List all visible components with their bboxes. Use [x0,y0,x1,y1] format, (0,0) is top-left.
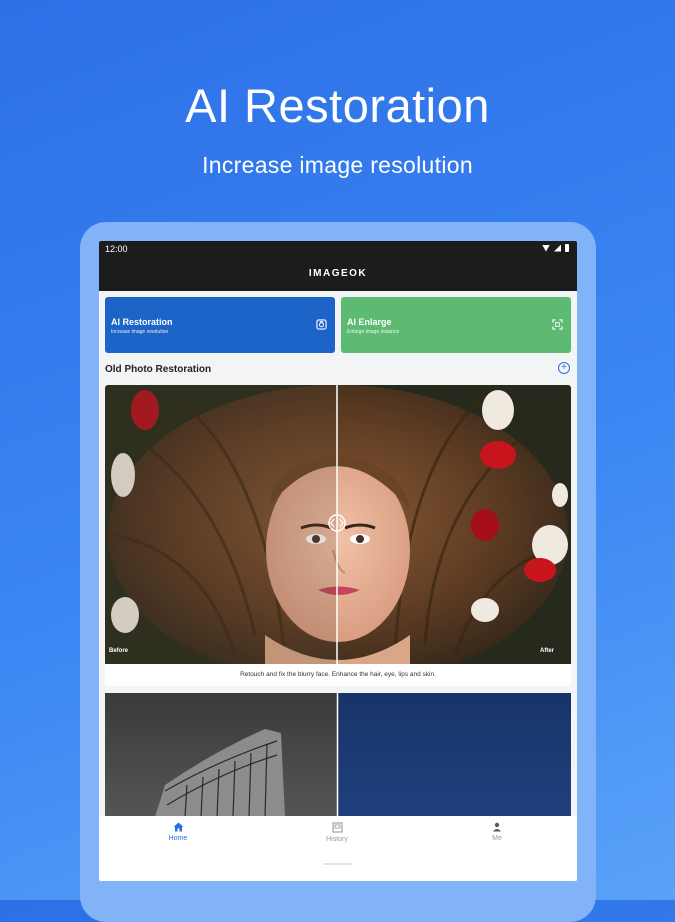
tab-label: Home [168,835,188,842]
card-subtitle: Increase image resolution [111,329,169,335]
tab-label: History [326,836,348,843]
before-label: Before [109,648,129,654]
hero-subtitle: Increase image resolution [202,152,473,178]
add-circle-icon[interactable]: + [558,362,570,374]
hero-title: AI Restoration [185,79,490,132]
tab-me[interactable]: Me [467,822,527,842]
app-screen: 12:00 IMAGEOK AI Restoration Increase im… [99,241,577,881]
battery-icon [565,244,569,252]
tab-label: Me [492,835,502,842]
app-bar: IMAGEOK [99,257,577,291]
home-icon [173,822,183,832]
status-bar: 12:00 [99,241,577,257]
signal-icon [554,244,561,252]
card-subtitle: Enlarge image instance [347,329,400,335]
before-after-image[interactable] [105,385,571,664]
card-title: AI Enlarge [347,317,392,327]
bottom-tab-bar: Home History Me [99,816,577,881]
wifi-icon [542,244,550,252]
navigation-handle [323,863,353,865]
history-icon [331,822,343,833]
colosseum-photo [105,693,571,817]
comparison-caption: Retouch and fix the blurry face. Enhance… [105,664,571,686]
section-title: Old Photo Restoration [105,364,212,375]
portrait-photo [105,385,571,664]
card-title: AI Restoration [111,317,173,327]
status-icons [542,244,569,252]
second-comparison-image[interactable] [105,693,571,817]
tab-history[interactable]: History [307,822,367,843]
tab-home[interactable]: Home [148,822,208,842]
app-title: IMAGEOK [308,268,368,279]
status-time: 12:00 [105,244,128,254]
ai-restoration-card[interactable]: AI Restoration Increase image resolution [105,297,335,353]
restore-icon [316,319,327,330]
ai-enlarge-card[interactable]: AI Enlarge Enlarge image instance [341,297,571,353]
person-icon [493,822,501,832]
enlarge-icon [552,319,563,330]
after-label: After [540,648,555,654]
